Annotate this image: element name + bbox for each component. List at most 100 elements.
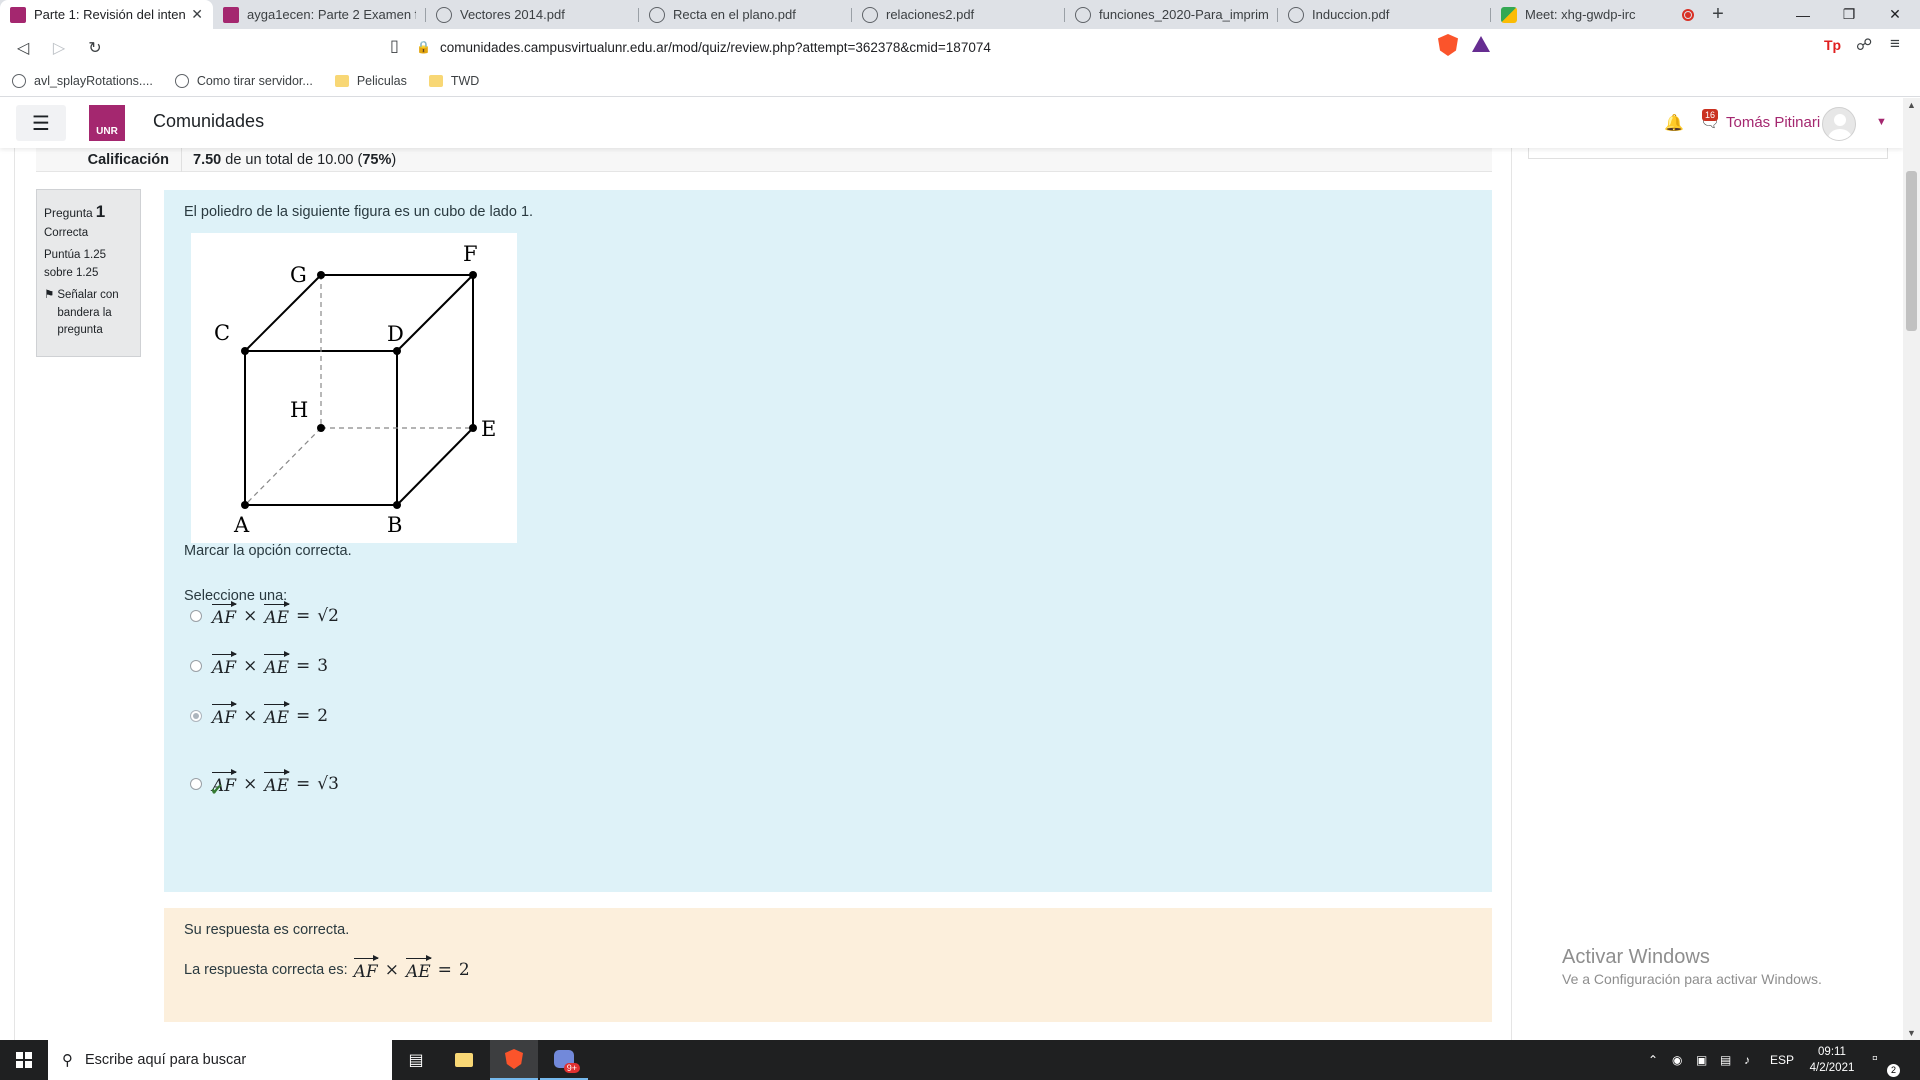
globe-icon xyxy=(862,6,878,23)
taskbar-clock[interactable]: 09:11 4/2/2021 xyxy=(1804,1044,1860,1076)
vertex-h xyxy=(317,424,325,432)
task-view-icon[interactable]: ▤ xyxy=(392,1040,440,1080)
tab-title: Meet: xhg-gwdp-irc xyxy=(1525,7,1636,22)
answer-math-part: AE xyxy=(264,769,290,796)
answer-math-part: AF xyxy=(212,651,238,678)
answer-option[interactable]: AF × AE = 3 xyxy=(190,651,328,678)
minimize-button[interactable]: — xyxy=(1780,0,1826,29)
cube-diagram: A B C D E F G H xyxy=(214,242,496,537)
answer-radio[interactable] xyxy=(190,778,202,790)
browser-toolbar: ◁ ▷ ↻ ▯ 🔒 comunidades.campusvirtualunr.e… xyxy=(0,29,1920,66)
answer-math-part: = xyxy=(296,656,311,676)
url-text: comunidades.campusvirtualunr.edu.ar/mod/… xyxy=(440,39,991,55)
hamburger-menu-icon[interactable]: ☰ xyxy=(16,105,66,141)
start-button[interactable] xyxy=(0,1040,48,1080)
answer-math-part: AE xyxy=(264,601,290,628)
answer-option[interactable]: AF × AE = √2 xyxy=(190,601,339,628)
notification-center-icon[interactable]: ▫ xyxy=(1872,1050,1878,1068)
vertex-c xyxy=(241,347,249,355)
bookmark-label: TWD xyxy=(450,74,480,88)
address-bar[interactable]: 🔒 comunidades.campusvirtualunr.edu.ar/mo… xyxy=(416,32,1498,62)
globe-icon xyxy=(649,6,665,23)
windows-taskbar: ⚲ Escribe aquí para buscar ▤ 9+ ⌃ ◉ ▣ ▤ … xyxy=(0,1040,1920,1080)
label-g: G xyxy=(290,263,307,287)
browser-menu-icon[interactable]: ≡ xyxy=(1890,34,1900,54)
bookmark-item[interactable]: avl_splayRotations.... xyxy=(12,74,153,88)
taskbar-search-box[interactable]: ⚲ Escribe aquí para buscar xyxy=(48,1040,392,1080)
volume-icon[interactable]: ♪ xyxy=(1744,1040,1750,1080)
user-menu-caret-icon[interactable]: ▼ xyxy=(1876,116,1887,128)
brave-taskbar-icon[interactable] xyxy=(490,1040,538,1080)
user-avatar[interactable] xyxy=(1822,107,1856,141)
answer-math-part: 2 xyxy=(317,706,329,726)
question-instruction: Marcar la opción correcta. xyxy=(184,543,352,559)
answer-math-part: = xyxy=(296,706,311,726)
browser-tab[interactable]: Meet: xhg-gwdp-irc xyxy=(1491,0,1704,29)
browser-tab[interactable]: Induccion.pdf xyxy=(1278,0,1491,29)
answer-math-part: × xyxy=(243,706,258,726)
question-state: Correcta xyxy=(44,227,89,240)
scroll-up-icon[interactable]: ▲ xyxy=(1907,100,1916,110)
flag-icon: ⚑ xyxy=(44,288,55,301)
bookmark-item[interactable]: Peliculas xyxy=(334,74,407,88)
folder-icon xyxy=(334,75,349,87)
correct-answer-line: La respuesta correcta es: AF × AE = 2 xyxy=(184,955,470,982)
file-explorer-icon[interactable] xyxy=(440,1040,488,1080)
bookmark-item[interactable]: TWD xyxy=(428,74,480,88)
content-border-right xyxy=(1511,148,1512,1040)
browser-tab[interactable]: ayga1ecen: Parte 2 Examen final xyxy=(213,0,426,29)
unr-icon xyxy=(10,6,26,23)
answer-radio[interactable] xyxy=(190,660,202,672)
tab-close-icon[interactable]: ✕ xyxy=(191,6,203,23)
flag-question-link[interactable]: ⚑ Señalar con bandera la pregunta xyxy=(44,287,133,340)
site-name[interactable]: Comunidades xyxy=(153,111,264,132)
unr-logo[interactable]: UNR xyxy=(89,105,125,141)
label-b: B xyxy=(387,513,402,537)
extension-tp-icon[interactable]: Tp xyxy=(1824,37,1841,53)
side-block xyxy=(1528,148,1888,159)
grade-summary-row: Calificación 7.50 de un total de 10.00 (… xyxy=(36,147,1492,172)
tray-meet-icon[interactable]: ▣ xyxy=(1696,1040,1707,1080)
scrollbar-thumb[interactable] xyxy=(1906,171,1917,331)
question-number: Pregunta 1 xyxy=(44,202,106,221)
extensions-puzzle-icon[interactable]: ☍ xyxy=(1856,35,1872,55)
network-icon[interactable]: ▤ xyxy=(1720,1040,1731,1080)
notifications-bell-icon[interactable]: 🔔 xyxy=(1664,113,1684,133)
vertex-b xyxy=(393,501,401,509)
browser-tab[interactable]: Recta en el plano.pdf xyxy=(639,0,852,29)
bookmark-page-icon[interactable]: ▯ xyxy=(390,36,399,56)
forward-button[interactable]: ▷ xyxy=(44,33,74,63)
tray-discord-icon[interactable]: ◉ xyxy=(1672,1040,1682,1080)
browser-tab[interactable]: funciones_2020-Para_imprimir.pdf xyxy=(1065,0,1278,29)
user-name[interactable]: Tomás Pitinari xyxy=(1726,114,1820,131)
browser-tab[interactable]: Parte 1: Revisión del intento ✕ xyxy=(0,0,213,29)
bookmark-label: Peliculas xyxy=(356,74,407,88)
discord-taskbar-icon[interactable]: 9+ xyxy=(540,1040,588,1080)
answer-math-part: × xyxy=(243,656,258,676)
tray-chevron-icon[interactable]: ⌃ xyxy=(1648,1040,1658,1080)
bookmark-item[interactable]: Como tirar servidor... xyxy=(174,74,313,88)
restore-button[interactable]: ❐ xyxy=(1826,0,1872,29)
answer-math-part: √2 xyxy=(317,606,339,626)
globe-icon xyxy=(1075,6,1091,23)
new-tab-button[interactable]: + xyxy=(1704,0,1732,29)
tab-title: Induccion.pdf xyxy=(1312,7,1390,22)
tab-title: ayga1ecen: Parte 2 Examen final xyxy=(247,7,416,22)
browser-tab[interactable]: relaciones2.pdf xyxy=(852,0,1065,29)
brave-rewards-icon[interactable] xyxy=(1472,36,1490,52)
page-scrollbar[interactable]: ▲ ▼ xyxy=(1903,98,1920,1040)
meet-icon xyxy=(1501,6,1517,23)
close-window-button[interactable]: ✕ xyxy=(1872,0,1918,29)
answer-radio[interactable] xyxy=(190,710,202,722)
answer-math-part: AE xyxy=(264,701,290,728)
answer-option[interactable]: AF × AE = 2 xyxy=(190,701,329,728)
vertex-d xyxy=(393,347,401,355)
language-indicator[interactable]: ESP xyxy=(1770,1040,1794,1080)
notification-count-badge: 2 xyxy=(1887,1064,1900,1077)
reload-button[interactable]: ↻ xyxy=(80,33,110,63)
back-button[interactable]: ◁ xyxy=(8,33,38,63)
answer-radio[interactable] xyxy=(190,610,202,622)
browser-tab[interactable]: Vectores 2014.pdf xyxy=(426,0,639,29)
scroll-down-icon[interactable]: ▼ xyxy=(1907,1028,1916,1038)
feedback-status: Su respuesta es correcta. xyxy=(184,922,350,938)
